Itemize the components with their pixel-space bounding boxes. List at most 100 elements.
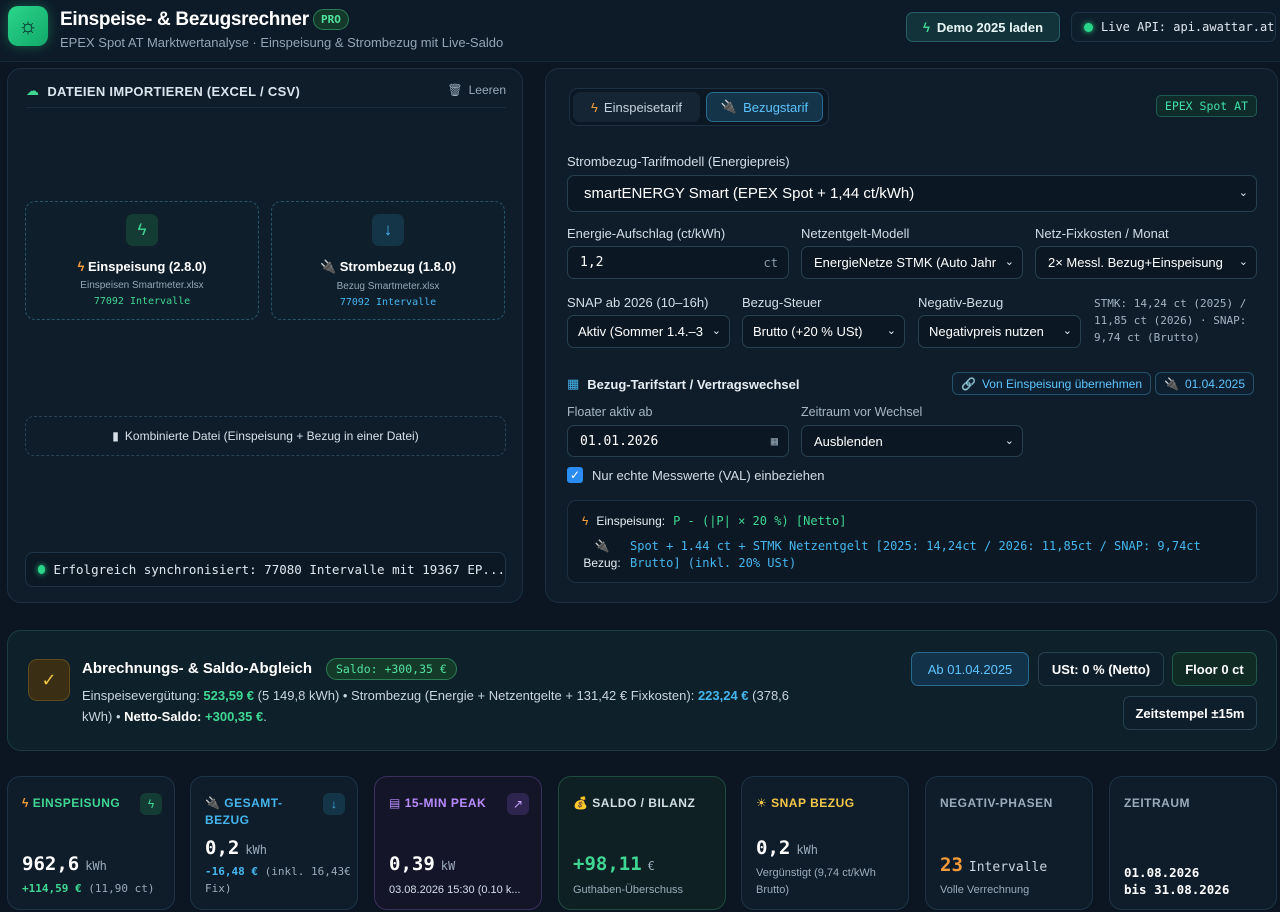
kpi-snap-title: ☀ SNAP BEZUG (756, 796, 855, 810)
floor-button[interactable]: Floor 0 ct (1172, 652, 1257, 686)
kpi-einspeisung-value: 962,6 kWh (22, 853, 107, 875)
zeitraum-label: Zeitraum vor Wechsel (801, 405, 923, 419)
steuer-value: Brutto (+20 % USt) (753, 324, 863, 339)
tarif-model-select[interactable]: smartENERGY Smart (EPEX Spot + 1,44 ct/k… (567, 175, 1257, 212)
snap-label: SNAP ab 2026 (10–16h) (567, 295, 709, 310)
tarifstart-title-text: Bezug-Tarifstart / Vertragswechsel (587, 376, 800, 392)
tarifstart-date-chip[interactable]: 🔌 01.04.2025 (1155, 372, 1255, 395)
app-title: Einspeise- & Bezugsrechner (60, 9, 309, 30)
sun-logo-icon: ☼ (8, 6, 48, 46)
aufschlag-label: Energie-Aufschlag (ct/kWh) (567, 226, 726, 241)
calendar-icon[interactable]: ▦ (771, 434, 778, 448)
tarif-tabs: ϟ Einspeisetarif 🔌 Bezugstarif (569, 88, 829, 126)
chevron-down-icon: ⌄ (1004, 256, 1014, 268)
import-title-text: DATEIEN IMPORTIEREN (EXCEL / CSV) (47, 83, 301, 99)
snap-select[interactable]: Aktiv (Sommer 1.4.–3 ⌄ (567, 315, 730, 348)
negativ-select[interactable]: Negativpreis nutzen ⌄ (918, 315, 1081, 348)
arrow-down-icon: ↓ (372, 214, 404, 246)
app-header: ☼ Einspeise- & Bezugsrechner PRO EPEX Sp… (0, 0, 1280, 62)
floater-label: Floater aktiv ab (567, 405, 653, 419)
negativ-value: Negativpreis nutzen (929, 324, 1044, 339)
uebernehmen-label: Von Einspeisung übernehmen (981, 376, 1143, 391)
kpi-snap: ☀ SNAP BEZUG 0,2 kWh Vergünstigt (9,74 ct… (741, 776, 909, 910)
app-subtitle: EPEX Spot AT Marktwertanalyse · Einspeis… (60, 35, 504, 50)
kpi-snap-sub: Vergünstigt (9,74 ct/kWh Brutto) (756, 867, 876, 896)
tarifstart-date: 01.04.2025 (1184, 376, 1246, 391)
chevron-down-icon: ⌄ (1062, 325, 1072, 337)
kpi-saldo-sub: Guthaben-Überschuss (573, 884, 684, 896)
clear-label: Leeren (468, 83, 506, 97)
netz-model-value: EnergieNetze STMK (Auto Jahr (814, 255, 997, 270)
bezug-file: Bezug Smartmeter.xlsx (336, 281, 440, 292)
link-icon: 🔗 (961, 376, 976, 391)
kpi-negativ: NEGATIV-PHASEN 23 Intervalle Volle Verrec… (925, 776, 1093, 910)
tab-einspeisetarif[interactable]: ϟ Einspeisetarif (573, 92, 700, 122)
kpi-peak: ▤ 15-MIN PEAK ↗ 0,39 kW 03.08.2026 15:30 … (374, 776, 542, 910)
floater-date-input[interactable]: 01.01.2026 ▦ (567, 425, 789, 457)
tab-bezugstarif[interactable]: 🔌 Bezugstarif (706, 92, 823, 122)
kpi-zeitraum-to: bis 31.08.2026 (1124, 882, 1230, 897)
chevron-down-icon: ⌄ (1238, 256, 1248, 268)
chevron-down-icon: ⌄ (711, 325, 721, 337)
einspeisung-count: 77092 Intervalle (93, 296, 191, 307)
trend-up-icon: ↗ (507, 793, 529, 815)
kpi-negativ-title: NEGATIV-PHASEN (940, 796, 1053, 810)
clear-button[interactable]: 🗑 Leeren (447, 83, 506, 97)
check-circle-icon: ✓ (28, 659, 70, 701)
import-title: ☁ DATEIEN IMPORTIEREN (EXCEL / CSV) (26, 83, 300, 99)
abrechnung-panel: ✓ Abrechnungs- & Saldo-Abgleich Saldo: +… (7, 630, 1277, 751)
einspeisung-file: Einspeisen Smartmeter.xlsx (80, 280, 204, 291)
kpi-saldo-value: +98,11 € (573, 853, 655, 875)
aufschlag-input[interactable]: 1,2 ct (567, 246, 789, 279)
bolt-icon: ϟ (922, 19, 930, 35)
kpi-peak-sub: 03.08.2026 15:30 (0.10 k... (389, 884, 521, 896)
abrechnung-summary: Einspeisevergütung: 523,59 € (5 149,8 kW… (82, 688, 790, 724)
chevron-down-icon: ⌄ (1004, 435, 1014, 447)
kpi-negativ-value: 23 Intervalle (940, 854, 1048, 876)
kpi-einspeisung: ϟ EINSPEISUNG ϟ 962,6 kWh +114,59 € (11,9… (7, 776, 175, 910)
kpi-einspeisung-sub: +114,59 € (11,90 ct) (22, 882, 155, 895)
bezug-dropzone-title: 🔌 Strombezug (1.8.0) (319, 259, 457, 274)
kpi-zeitraum-from: 01.08.2026 (1124, 865, 1200, 880)
zeitraum-value: Ausblenden (814, 433, 883, 449)
val-only-checkbox[interactable]: ✓ (567, 467, 583, 483)
file-icon: ▮ (112, 429, 119, 443)
uebernehmen-button[interactable]: 🔗 Von Einspeisung übernehmen (952, 372, 1152, 395)
zeitstempel-button[interactable]: Zeitstempel ±15m (1123, 696, 1257, 730)
bolt-icon: ϟ (126, 214, 158, 246)
bolt-icon: ϟ (591, 99, 598, 115)
fixkosten-select[interactable]: 2× Messl. Bezug+Einspeisung ⌄ (1035, 246, 1257, 279)
kpi-bezug-value: 0,2 kWh (205, 837, 268, 859)
einspeisung-dropzone-title: ϟ Einspeisung (2.8.0) (77, 259, 207, 274)
netz-model-select[interactable]: EnergieNetze STMK (Auto Jahr ⌄ (801, 246, 1023, 279)
formula-bezug-value: Spot + 1.44 ct + STMK Netzentgelt [2025:… (630, 539, 1201, 570)
divider (26, 107, 506, 108)
combined-file-dropzone[interactable]: ▮ Kombinierte Datei (Einspeisung + Bezug… (25, 416, 506, 456)
netz-label: Netzentgelt-Modell (801, 226, 910, 241)
fixkosten-value: 2× Messl. Bezug+Einspeisung (1048, 255, 1223, 270)
kpi-peak-value: 0,39 kW (389, 853, 456, 875)
tarif-panel: ϟ Einspeisetarif 🔌 Bezugstarif EPEX Spot… (545, 68, 1278, 603)
formula-einspeisung-value: P - (|P| × 20 %) [Netto] (673, 514, 847, 528)
formula-einspeisung: ϟ Einspeisung: P - (|P| × 20 %) [Netto] (582, 514, 846, 528)
arrow-down-icon: ↓ (323, 793, 345, 815)
combined-label: Kombinierte Datei (Einspeisung + Bezug i… (124, 429, 419, 443)
bolt-icon: ϟ (582, 514, 589, 528)
plug-icon: 🔌 (720, 99, 738, 114)
aufschlag-unit: ct (763, 255, 778, 270)
steuer-select[interactable]: Brutto (+20 % USt) ⌄ (742, 315, 905, 348)
tab-bezugstarif-label: Bezugstarif (743, 99, 809, 115)
zeitraum-select[interactable]: Ausblenden ⌄ (801, 425, 1023, 457)
aufschlag-value: 1,2 (580, 255, 604, 270)
calendar-icon: ▦ (567, 376, 580, 391)
bezug-dropzone[interactable]: ↓ 🔌 Strombezug (1.8.0) Bezug Smartmeter.… (271, 201, 505, 320)
einspeisung-dropzone[interactable]: ϟ ϟ Einspeisung (2.8.0) Einspeisen Smart… (25, 201, 259, 320)
import-panel: ☁ DATEIEN IMPORTIEREN (EXCEL / CSV) 🗑 Le… (7, 68, 523, 603)
demo-load-button[interactable]: ϟ Demo 2025 laden (906, 12, 1060, 42)
ab-date-button[interactable]: Ab 01.04.2025 (911, 652, 1029, 686)
kpi-zeitraum-title: ZEITRAUM (1124, 796, 1190, 810)
kpi-saldo-title: 💰 SALDO / BILANZ (573, 796, 696, 810)
plug-icon: 🔌 (594, 539, 610, 553)
ust-button[interactable]: USt: 0 % (Netto) (1038, 652, 1164, 686)
cloud-upload-icon: ☁ (26, 83, 40, 98)
